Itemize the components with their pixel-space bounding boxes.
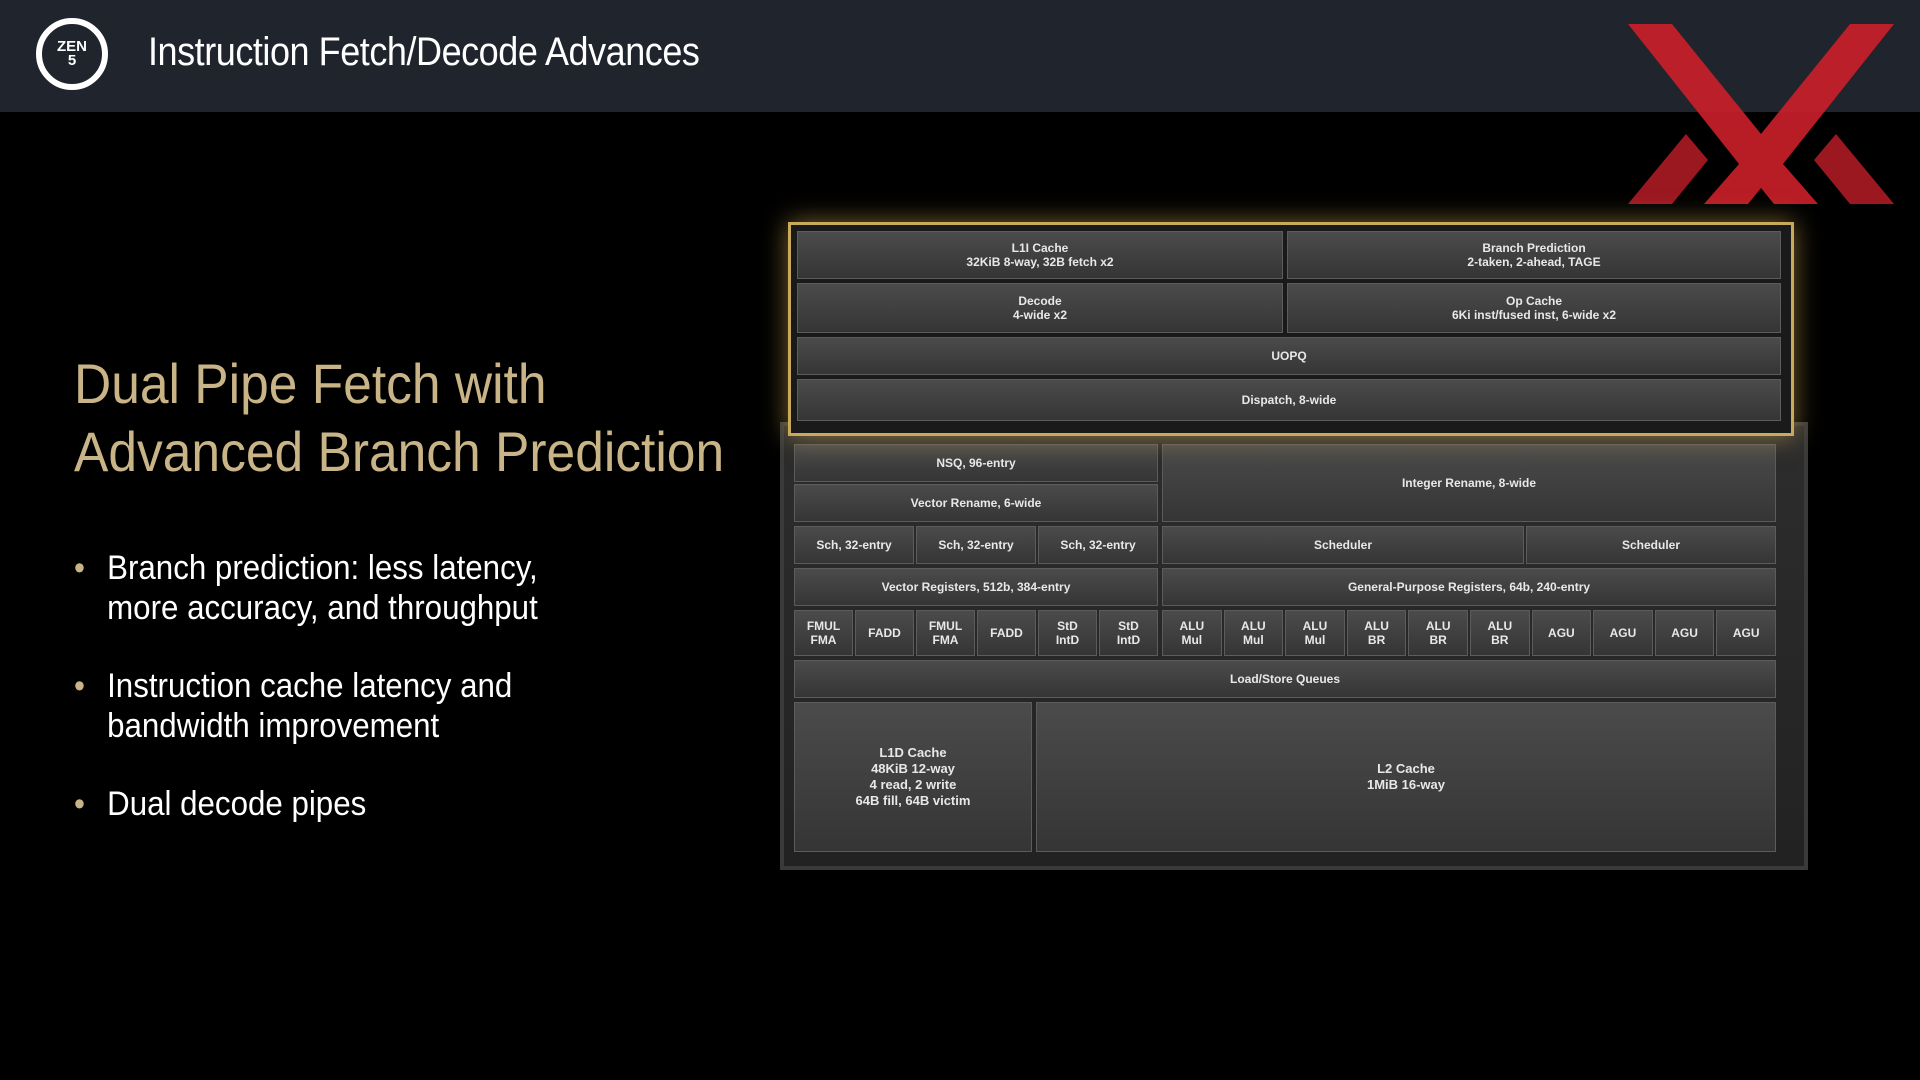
int-unit: ALU Mul: [1223, 610, 1284, 656]
frontend-highlight: L1I Cache 32KiB 8-way, 32B fetch x2 Bran…: [788, 222, 1794, 436]
int-unit: AGU: [1531, 610, 1592, 656]
l1i-cache-block: L1I Cache 32KiB 8-way, 32B fetch x2: [797, 231, 1283, 279]
chip-body: NSQ, 96-entry Vector Rename, 6-wide Inte…: [780, 422, 1808, 870]
bullet-item: Branch prediction: less latency, more ac…: [74, 548, 589, 628]
heading-line-2: Advanced Branch Prediction: [74, 420, 725, 483]
fp-scheduler-3: Sch, 32-entry: [1038, 526, 1158, 564]
nsq-block: NSQ, 96-entry: [794, 444, 1158, 482]
op-cache-block: Op Cache 6Ki inst/fused inst, 6-wide x2: [1287, 283, 1781, 333]
dispatch-block: Dispatch, 8-wide: [797, 379, 1781, 421]
fp-scheduler-1: Sch, 32-entry: [794, 526, 914, 564]
branch-prediction-block: Branch Prediction 2-taken, 2-ahead, TAGE: [1287, 231, 1781, 279]
fp-unit: FADD: [855, 610, 914, 656]
int-unit: ALU Mul: [1162, 610, 1222, 656]
int-unit: ALU Mul: [1285, 610, 1345, 656]
fp-unit: FMUL FMA: [794, 610, 853, 656]
bullet-text: more accuracy, and throughput: [107, 589, 538, 627]
vector-registers-block: Vector Registers, 512b, 384-entry: [794, 568, 1158, 606]
bullet-item: Instruction cache latency and bandwidth …: [74, 666, 589, 746]
page-title: Instruction Fetch/Decode Advances: [148, 30, 700, 74]
bullet-text: Instruction cache latency and: [107, 667, 513, 705]
vector-rename-block: Vector Rename, 6-wide: [794, 484, 1158, 522]
bullet-list: Branch prediction: less latency, more ac…: [74, 548, 634, 862]
bullet-text: bandwidth improvement: [107, 707, 440, 745]
l2-cache-block: L2 Cache 1MiB 16-way: [1036, 702, 1776, 852]
int-unit: AGU: [1593, 610, 1653, 656]
fp-unit: FADD: [977, 610, 1036, 656]
l1d-cache-block: L1D Cache 48KiB 12-way 4 read, 2 write 6…: [794, 702, 1032, 852]
int-unit: AGU: [1716, 610, 1776, 656]
heading-line-1: Dual Pipe Fetch with: [74, 352, 547, 415]
int-unit: ALU BR: [1470, 610, 1530, 656]
zen5-logo: ZEN 5: [36, 18, 108, 90]
uopq-block: UOPQ: [797, 337, 1781, 375]
fp-scheduler-2: Sch, 32-entry: [916, 526, 1036, 564]
gp-registers-block: General-Purpose Registers, 64b, 240-entr…: [1162, 568, 1776, 606]
core-block-diagram: NSQ, 96-entry Vector Rename, 6-wide Inte…: [760, 222, 1820, 872]
bullet-text: Dual decode pipes: [107, 785, 367, 823]
bullet-text: Branch prediction: less latency,: [107, 549, 538, 587]
fp-unit: FMUL FMA: [916, 610, 975, 656]
int-unit: AGU: [1654, 610, 1715, 656]
logo-text: ZEN 5: [57, 38, 87, 69]
load-store-queues-block: Load/Store Queues: [794, 660, 1776, 698]
int-unit: ALU BR: [1408, 610, 1468, 656]
decode-block: Decode 4-wide x2: [797, 283, 1283, 333]
int-unit: ALU BR: [1346, 610, 1407, 656]
watermark-logo: [1628, 24, 1894, 204]
main-heading: Dual Pipe Fetch with Advanced Branch Pre…: [74, 350, 724, 486]
int-scheduler-2: Scheduler: [1526, 526, 1776, 564]
integer-rename-block: Integer Rename, 8-wide: [1162, 444, 1776, 522]
bullet-item: Dual decode pipes: [74, 784, 589, 824]
fp-unit: StD IntD: [1038, 610, 1097, 656]
int-scheduler-1: Scheduler: [1162, 526, 1524, 564]
fp-unit: StD IntD: [1099, 610, 1158, 656]
